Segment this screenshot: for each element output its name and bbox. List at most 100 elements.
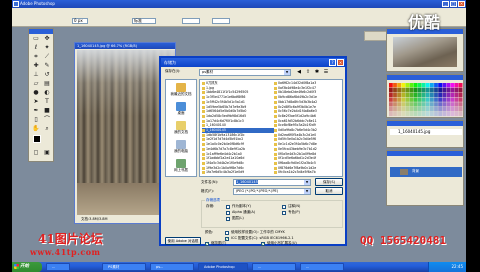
history-snapshot[interactable]: 1_16040145.jpg <box>390 129 462 135</box>
swatch-cell[interactable] <box>397 92 401 97</box>
swatch-cell[interactable] <box>442 111 447 117</box>
swatch-cell[interactable] <box>393 102 397 107</box>
screen-mode-icon[interactable]: ▣ <box>42 149 52 157</box>
swatch-cell[interactable] <box>401 87 406 93</box>
swatch-cell[interactable] <box>430 97 434 102</box>
swatch-cell[interactable] <box>442 87 447 93</box>
swatch-cell[interactable] <box>450 107 455 112</box>
swatch-cell[interactable] <box>401 97 406 102</box>
swatch-cell[interactable] <box>409 87 414 93</box>
swatch-cell[interactable] <box>409 111 414 117</box>
magic-wand-tool-icon[interactable]: ✦ <box>42 44 52 52</box>
swatch-cell[interactable] <box>434 92 438 97</box>
feather-field[interactable]: 0 px <box>72 18 88 24</box>
swatch-cell[interactable] <box>417 102 422 107</box>
spot-color-checkbox[interactable]: 专色(P) <box>282 210 300 215</box>
minimize-icon[interactable]: _ <box>442 1 449 7</box>
swatch-cell[interactable] <box>425 97 430 102</box>
taskbar-item[interactable]: PS素材 <box>102 263 146 271</box>
swatch-cell[interactable] <box>446 87 451 93</box>
swatch-cell[interactable] <box>434 83 438 88</box>
swatch-cell[interactable] <box>450 87 455 93</box>
swatch-cell[interactable] <box>417 87 422 93</box>
swatch-cell[interactable] <box>442 83 447 88</box>
swatch-cell[interactable] <box>421 102 426 107</box>
swatch-cell[interactable] <box>454 97 459 102</box>
swatch-cell[interactable] <box>425 92 430 97</box>
swatch-cell[interactable] <box>446 92 451 97</box>
swatch-cell[interactable] <box>409 107 414 112</box>
swatch-cell[interactable] <box>421 92 426 97</box>
swatch-cell[interactable] <box>430 92 434 97</box>
swatch-cell[interactable] <box>454 102 459 107</box>
swatch-cell[interactable] <box>417 107 422 112</box>
swatch-cell[interactable] <box>413 87 418 93</box>
swatch-cell[interactable] <box>446 107 451 112</box>
swatch-cell[interactable] <box>450 83 455 88</box>
swatch-cell[interactable] <box>458 107 463 112</box>
style-select[interactable]: 标准 <box>132 18 156 24</box>
swatch-cell[interactable] <box>405 97 410 102</box>
swatch-cell[interactable] <box>450 97 455 102</box>
swatch-cell[interactable] <box>454 92 459 97</box>
path-select-tool-icon[interactable]: ➤ <box>31 98 41 106</box>
swatch-cell[interactable] <box>417 92 422 97</box>
swatch-cell[interactable] <box>446 102 451 107</box>
swatch-cell[interactable] <box>389 97 393 102</box>
taskbar-item[interactable]: ... <box>300 263 344 271</box>
swatch-cell[interactable] <box>389 87 393 93</box>
swatch-cell[interactable] <box>442 92 447 97</box>
swatch-cell[interactable] <box>389 102 393 107</box>
swatch-cell[interactable] <box>413 102 418 107</box>
place-network[interactable]: 网上邻居 <box>168 158 194 176</box>
swatch-cell[interactable] <box>434 102 438 107</box>
swatch-cell[interactable] <box>401 83 406 88</box>
swatch-cell[interactable] <box>389 92 393 97</box>
swatch-cell[interactable] <box>393 111 397 117</box>
swatch-cell[interactable] <box>430 102 434 107</box>
taskbar-item[interactable]: ... <box>46 263 70 271</box>
swatch-cell[interactable] <box>446 111 451 117</box>
swatch-cell[interactable] <box>434 97 438 102</box>
eyedropper-tool-icon[interactable]: ⌒ <box>42 116 52 124</box>
swatch-cell[interactable] <box>425 111 430 117</box>
swatch-cell[interactable] <box>417 83 422 88</box>
height-field[interactable] <box>212 18 230 24</box>
help-icon[interactable]: ? <box>329 59 336 66</box>
slice-tool-icon[interactable]: ⟋ <box>42 53 52 61</box>
swatch-cell[interactable] <box>397 111 401 117</box>
swatch-cell[interactable] <box>454 83 459 88</box>
format-dropdown[interactable]: JPEG (*.JPG;*.JPEG;*.JPE) ▼ <box>233 188 311 195</box>
eraser-tool-icon[interactable]: ▱ <box>31 80 41 88</box>
swatch-cell[interactable] <box>421 83 426 88</box>
swatch-cell[interactable] <box>442 107 447 112</box>
swatch-cell[interactable] <box>397 97 401 102</box>
foreground-color-swatch[interactable] <box>33 135 41 143</box>
swatch-cell[interactable] <box>442 97 447 102</box>
crop-tool-icon[interactable]: ⌗ <box>31 53 41 61</box>
shape-tool-icon[interactable]: ■ <box>42 107 52 115</box>
place-my-documents[interactable]: 我的文档 <box>168 120 194 138</box>
swatch-cell[interactable] <box>438 111 442 117</box>
swatch-cell[interactable] <box>434 107 438 112</box>
swatch-cell[interactable] <box>401 111 406 117</box>
swatch-cell[interactable] <box>438 92 442 97</box>
brush-tool-icon[interactable]: ✎ <box>42 62 52 70</box>
swatch-cell[interactable] <box>397 102 401 107</box>
swatch-cell[interactable] <box>393 97 397 102</box>
type-tool-icon[interactable]: T <box>42 98 52 106</box>
swatch-cell[interactable] <box>413 83 418 88</box>
swatch-cell[interactable] <box>401 92 406 97</box>
history-brush-tool-icon[interactable]: ↺ <box>42 71 52 79</box>
swatch-cell[interactable] <box>405 83 410 88</box>
hand-tool-icon[interactable]: ✋ <box>31 125 41 133</box>
swatch-cell[interactable] <box>389 111 393 117</box>
swatch-cell[interactable] <box>446 83 451 88</box>
navigator-thumbnail[interactable] <box>393 37 457 67</box>
filename-input[interactable]: 1_16040145 ▼ <box>233 179 311 186</box>
notes-checkbox[interactable]: 注释(N) <box>282 204 300 209</box>
adobe-dialog-button[interactable]: 使用 Adobe 对话框 <box>165 237 201 245</box>
place-desktop[interactable]: 桌面 <box>168 101 194 119</box>
gradient-tool-icon[interactable]: ▤ <box>42 80 52 88</box>
swatch-cell[interactable] <box>409 83 414 88</box>
